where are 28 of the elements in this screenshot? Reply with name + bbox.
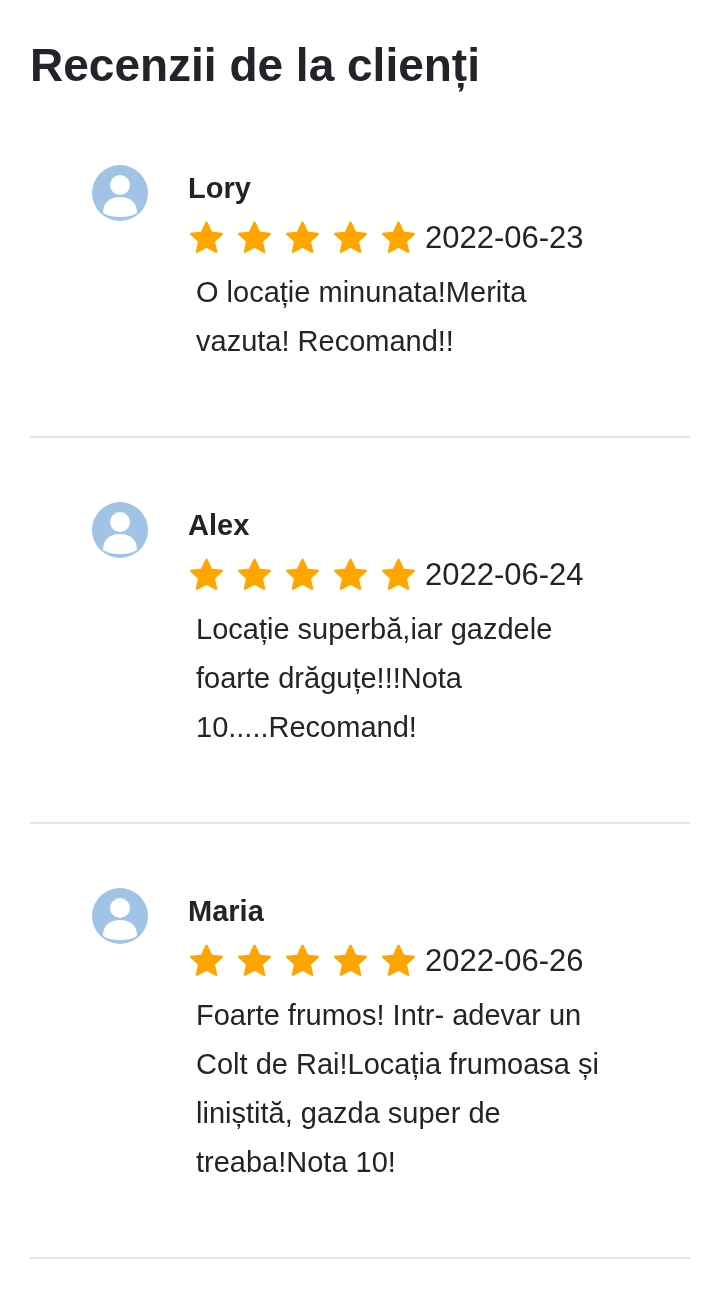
star-icon: [332, 943, 369, 979]
star-icon: [380, 557, 417, 593]
review-text: O locație minunata!Merita vazuta! Recomand!!: [196, 275, 528, 359]
star-icon: [188, 943, 225, 979]
page-title: Recenzii de la clienți: [30, 38, 481, 92]
review-date: 2022-06-26: [425, 943, 584, 979]
star-icon: [380, 220, 417, 256]
star-icon: [236, 943, 273, 979]
review-text: Locație superbă,iar gazdele foarte drăguțe!!!Nota 10.....Recomand!: [196, 612, 554, 745]
star-icon: [236, 220, 273, 256]
review-date: 2022-06-24: [425, 557, 584, 593]
star-icon: [284, 557, 321, 593]
user-avatar-icon: [92, 165, 148, 221]
reviewer-name: Alex: [188, 508, 251, 543]
star-icon: [188, 557, 225, 593]
reviewer-name: Lory: [188, 171, 252, 206]
user-avatar-icon: [92, 502, 148, 558]
review-text: Foarte frumos! Intr- adevar un Colt de Rai!Locația frumoasa și liniștită, gazda super de treaba!Nota 10!: [196, 998, 600, 1180]
review-date: 2022-06-23: [425, 220, 584, 256]
star-icon: [380, 943, 417, 979]
reviewer-name: Maria: [188, 894, 265, 929]
star-icon: [332, 557, 369, 593]
user-avatar-icon: [92, 888, 148, 944]
star-icon: [188, 220, 225, 256]
star-icon: [284, 943, 321, 979]
star-icon: [284, 220, 321, 256]
star-icon: [332, 220, 369, 256]
star-icon: [236, 557, 273, 593]
